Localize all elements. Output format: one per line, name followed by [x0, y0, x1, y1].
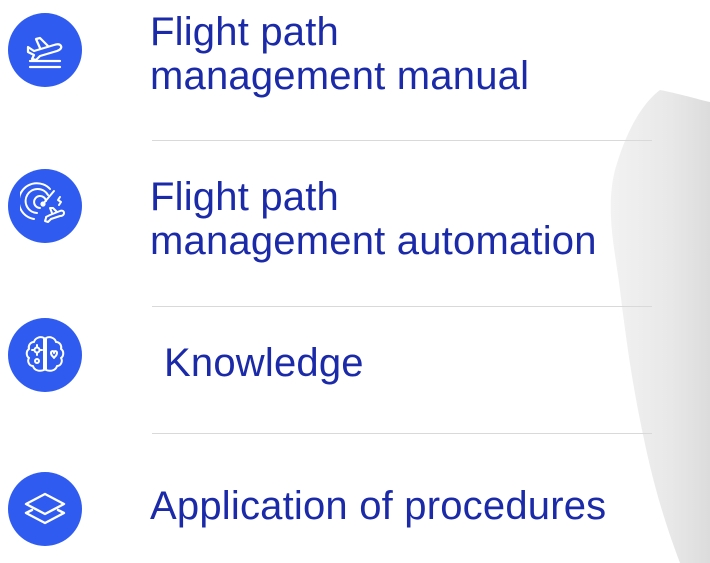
radar-airplane-icon — [8, 169, 82, 243]
item-label-line1: Flight path — [150, 10, 339, 54]
page-canvas: Flight path management manual Flight pat… — [0, 0, 710, 563]
stacked-layers-icon — [8, 472, 82, 546]
list-item-flight-path-manual: Flight path management manual — [0, 0, 710, 140]
item-label: Flight path management manual — [150, 10, 529, 98]
item-label-line2: management automation — [150, 219, 597, 263]
item-label-line1: Knowledge — [164, 341, 364, 385]
item-label: Knowledge — [164, 341, 364, 385]
item-label: Flight path management automation — [150, 175, 597, 263]
list-item-application-of-procedures: Application of procedures — [0, 434, 710, 563]
airplane-takeoff-icon — [8, 13, 82, 87]
list-item-knowledge: Knowledge — [0, 307, 710, 433]
item-label: Application of procedures — [150, 484, 606, 528]
item-label-line1: Application of procedures — [150, 484, 607, 528]
brain-gear-heart-icon — [8, 318, 82, 392]
item-label-line1: Flight path — [150, 175, 339, 219]
list-item-flight-path-automation: Flight path management automation — [0, 141, 710, 306]
item-label-line2: management manual — [150, 54, 530, 98]
